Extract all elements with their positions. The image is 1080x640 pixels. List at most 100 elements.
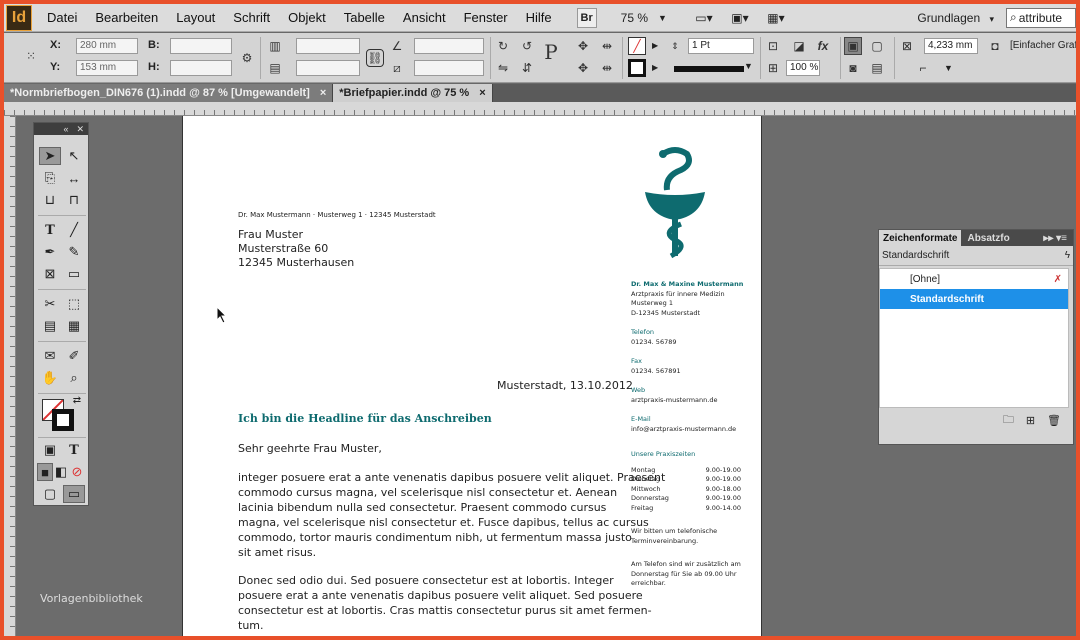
view-options-icon[interactable]: ▣▾	[725, 8, 755, 28]
content-collector-icon[interactable]: ⊔	[39, 191, 61, 209]
opacity-icon[interactable]: ⊞	[764, 59, 782, 77]
shadow-icon[interactable]: ◪	[790, 37, 808, 55]
link-scale-icon[interactable]: ⛓	[366, 49, 384, 67]
flip-vertical-icon[interactable]: ⇵	[518, 59, 536, 77]
scale-x-icon[interactable]: ▥	[266, 37, 284, 55]
pen-tool-icon[interactable]: ✒	[39, 243, 61, 261]
reference-point-icon[interactable]: ⁙	[22, 47, 40, 65]
screen-mode-icon[interactable]: ▭▾	[689, 8, 719, 28]
list-item[interactable]: [Ohne] ✗	[880, 269, 1068, 289]
lightning-icon[interactable]: ϟ	[1065, 250, 1070, 261]
menu-layout[interactable]: Layout	[167, 10, 224, 25]
flip-horizontal-icon[interactable]: ⇋	[494, 59, 512, 77]
stroke-weight-stepper[interactable]: ⇕	[666, 37, 684, 55]
collapse-icon[interactable]: «	[63, 124, 68, 134]
menu-objekt[interactable]: Objekt	[279, 10, 335, 25]
object-style-value[interactable]: [Einfacher Grafi	[1010, 40, 1076, 51]
page-tool-icon[interactable]: ⎘	[39, 169, 61, 187]
constrain-proportions-icon[interactable]: ⚙	[238, 49, 256, 67]
stroke-arrow-icon[interactable]: ▶	[652, 63, 658, 72]
text-wrap-none-icon[interactable]: ▣	[844, 37, 862, 55]
search-input[interactable]: ⌕ attribute	[1006, 7, 1076, 28]
shear-angle-icon[interactable]: ⧄	[388, 59, 406, 77]
text-wrap-shape-icon[interactable]: ◙	[844, 59, 862, 77]
preview-mode-icon[interactable]: ▭	[63, 485, 85, 503]
rotate-field[interactable]	[414, 38, 484, 54]
offset-icon[interactable]: ⊠	[898, 37, 916, 55]
tab-paragraph-styles[interactable]: Absatzfo	[961, 233, 1015, 244]
arrange-documents-icon[interactable]: ▦▾	[761, 8, 791, 28]
apply-color-icon[interactable]: ■	[37, 463, 53, 481]
select-container-icon[interactable]: ✥	[574, 37, 592, 55]
menu-hilfe[interactable]: Hilfe	[517, 10, 561, 25]
shear-field[interactable]	[414, 60, 484, 76]
width-field[interactable]	[170, 38, 232, 54]
folder-icon[interactable]: 🗀	[1003, 411, 1014, 430]
effects-icon[interactable]: fx	[814, 37, 832, 55]
tools-panel-header[interactable]: «✕	[34, 123, 88, 135]
select-content-icon[interactable]: ✥	[574, 59, 592, 77]
chevron-down-icon[interactable]: ▼	[944, 63, 953, 73]
scale-x-field[interactable]	[296, 38, 360, 54]
close-icon[interactable]: ×	[479, 87, 485, 99]
gradient-swatch-tool-icon[interactable]: ▤	[39, 317, 61, 335]
bridge-button[interactable]: Br	[576, 7, 597, 28]
new-style-icon[interactable]: ⊞	[1026, 414, 1035, 427]
tab-character-styles[interactable]: Zeichenformate	[879, 230, 962, 246]
type-tool-icon[interactable]: T	[39, 221, 61, 239]
scale-y-icon[interactable]: ▤	[266, 59, 284, 77]
fill-none-icon[interactable]: ╱	[628, 37, 646, 55]
direct-selection-tool-icon[interactable]: ↖	[63, 147, 85, 165]
stroke-color-icon[interactable]	[628, 59, 646, 77]
rectangle-tool-icon[interactable]: ▭	[63, 265, 85, 283]
trash-icon[interactable]: 🗑	[1047, 414, 1061, 427]
y-position-field[interactable]: 153 mm	[76, 60, 138, 76]
scale-y-field[interactable]	[296, 60, 360, 76]
gradient-feather-tool-icon[interactable]: ▦	[63, 317, 85, 335]
content-placer-icon[interactable]: ⊓	[63, 191, 85, 209]
apply-none-icon[interactable]: ⊘	[69, 463, 85, 481]
note-tool-icon[interactable]: ✉	[39, 347, 61, 365]
rotate-cw-icon[interactable]: ↻	[494, 37, 512, 55]
tab-normbriefbogen[interactable]: *Normbriefbogen_DIN676 (1).indd @ 87 % […	[4, 84, 334, 102]
gap-tool-icon[interactable]: ↔	[63, 169, 85, 187]
fill-arrow-icon[interactable]: ▶	[652, 41, 658, 50]
pencil-tool-icon[interactable]: ✎	[63, 243, 85, 261]
close-icon[interactable]: ×	[320, 87, 326, 99]
text-wrap-box-icon[interactable]: ▢	[868, 37, 886, 55]
chevron-down-icon[interactable]: ▼	[744, 61, 753, 71]
stroke-weight-field[interactable]: 1 Pt	[688, 38, 754, 54]
scissors-tool-icon[interactable]: ✂	[39, 295, 61, 313]
workspace-switcher[interactable]: Grundlagen ▾	[905, 11, 1006, 25]
stroke-type-select[interactable]	[674, 66, 744, 72]
tab-briefpapier[interactable]: *Briefpapier.indd @ 75 % ×	[333, 84, 493, 102]
height-field[interactable]	[170, 60, 232, 76]
horizontal-ruler[interactable]	[4, 102, 1076, 116]
path-icon[interactable]: P	[542, 40, 560, 64]
object-style-icon[interactable]: ◘	[986, 37, 1004, 55]
text-wrap-jump-icon[interactable]: ▤	[868, 59, 886, 77]
eyedropper-tool-icon[interactable]: ✐	[63, 347, 85, 365]
line-tool-icon[interactable]: ╱	[63, 221, 85, 239]
frame-fitting-icon[interactable]: ⊡	[764, 37, 782, 55]
menu-tabelle[interactable]: Tabelle	[335, 10, 394, 25]
menu-fenster[interactable]: Fenster	[455, 10, 517, 25]
selection-tool-icon[interactable]: ➤	[39, 147, 61, 165]
rotate-ccw-icon[interactable]: ↺	[518, 37, 536, 55]
normal-view-icon[interactable]: ▢	[39, 485, 61, 503]
rectangle-frame-tool-icon[interactable]: ⊠	[39, 265, 61, 283]
document-page[interactable]: Dr. Max Mustermann · Musterweg 1 · 12345…	[182, 116, 762, 636]
free-transform-tool-icon[interactable]: ⬚	[63, 295, 85, 313]
menu-datei[interactable]: Datei	[38, 10, 86, 25]
zoom-select[interactable]: 75 % ▼	[621, 11, 667, 25]
vertical-ruler[interactable]	[4, 116, 16, 636]
list-item[interactable]: Standardschrift	[880, 289, 1068, 309]
menu-schrift[interactable]: Schrift	[224, 10, 279, 25]
corner-option-icon[interactable]: ⌐	[914, 59, 932, 77]
swap-colors-icon[interactable]: ⇄	[66, 391, 88, 409]
x-position-field[interactable]: 280 mm	[76, 38, 138, 54]
formatting-container-icon[interactable]: ▣	[39, 441, 61, 459]
select-next-icon[interactable]: ⇹	[598, 59, 616, 77]
select-previous-icon[interactable]: ⇹	[598, 37, 616, 55]
menu-ansicht[interactable]: Ansicht	[394, 10, 455, 25]
